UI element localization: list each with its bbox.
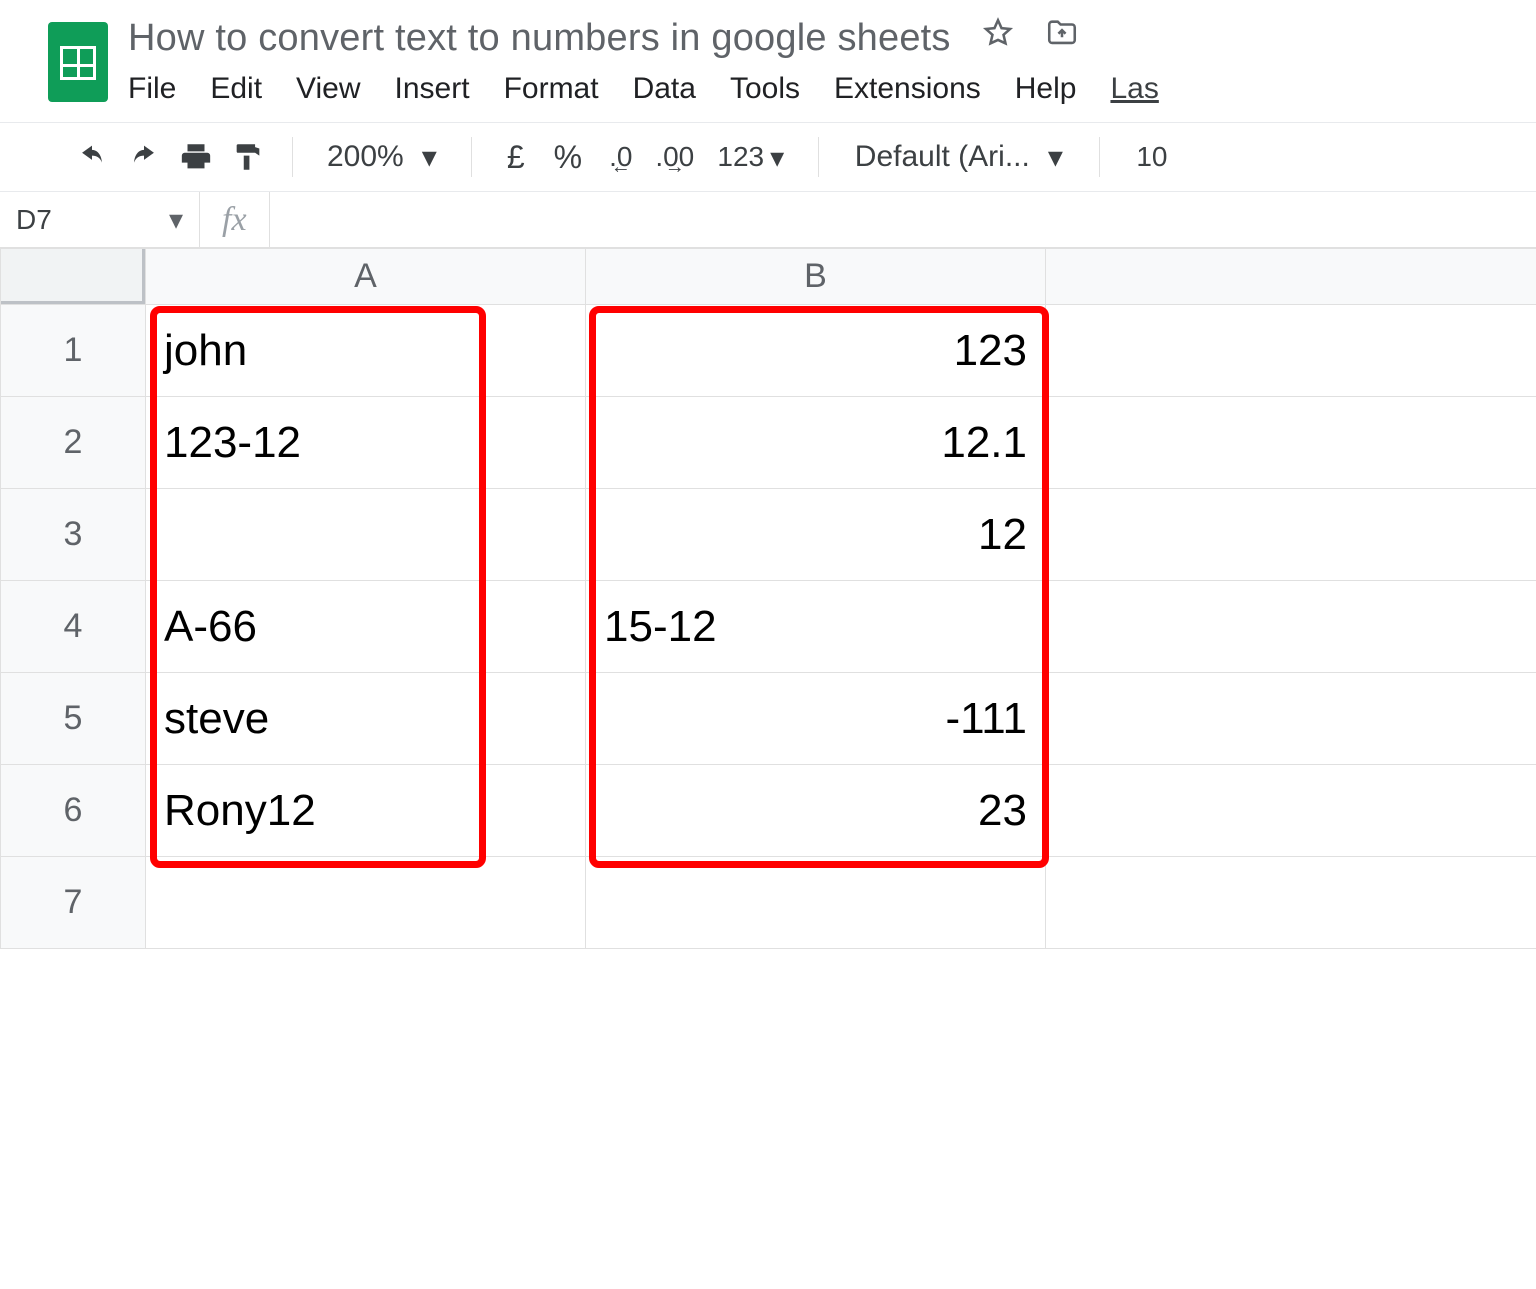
decrease-decimal-button[interactable]: .0← <box>598 135 644 179</box>
font-family-value: Default (Ari... <box>855 140 1030 174</box>
font-size-input[interactable]: 10 <box>1122 135 1182 179</box>
cell-B5[interactable]: -111 <box>586 673 1046 765</box>
cell-B6[interactable]: 23 <box>586 765 1046 857</box>
menu-edit[interactable]: Edit <box>210 72 262 106</box>
row-header-4[interactable]: 4 <box>1 581 146 673</box>
cell-B1[interactable]: 123 <box>586 305 1046 397</box>
column-header-B[interactable]: B <box>586 249 1046 305</box>
menu-insert[interactable]: Insert <box>395 72 470 106</box>
row-header-3[interactable]: 3 <box>1 489 146 581</box>
cell-C1[interactable] <box>1046 305 1536 397</box>
menu-format[interactable]: Format <box>504 72 599 106</box>
name-box[interactable]: D7 ▾ <box>0 192 200 247</box>
formula-input[interactable] <box>270 192 1536 247</box>
cell-C2[interactable] <box>1046 397 1536 489</box>
spreadsheet-grid[interactable]: A B 1 john 123 2 123-12 12.1 3 12 <box>0 248 1536 949</box>
menu-view[interactable]: View <box>296 72 360 106</box>
more-formats-button[interactable]: 123 ▾ <box>706 135 796 179</box>
format-currency-button[interactable]: £ <box>494 135 538 179</box>
cell-C3[interactable] <box>1046 489 1536 581</box>
zoom-value: 200% <box>327 140 404 174</box>
menu-tools[interactable]: Tools <box>730 72 800 106</box>
increase-decimal-button[interactable]: .00→ <box>652 135 698 179</box>
cell-B2[interactable]: 12.1 <box>586 397 1046 489</box>
cell-B4[interactable]: 15-12 <box>586 581 1046 673</box>
cell-A4[interactable]: A-66 <box>146 581 586 673</box>
row-header-5[interactable]: 5 <box>1 673 146 765</box>
cell-C6[interactable] <box>1046 765 1536 857</box>
format-percent-button[interactable]: % <box>546 135 590 179</box>
document-title[interactable]: How to convert text to numbers in google… <box>128 17 951 60</box>
star-icon[interactable] <box>981 16 1015 60</box>
row-header-2[interactable]: 2 <box>1 397 146 489</box>
row-header-6[interactable]: 6 <box>1 765 146 857</box>
column-header-C[interactable] <box>1046 249 1536 305</box>
menu-extensions[interactable]: Extensions <box>834 72 981 106</box>
select-all-corner[interactable] <box>1 249 146 305</box>
cell-C4[interactable] <box>1046 581 1536 673</box>
column-header-A[interactable]: A <box>146 249 586 305</box>
cell-B7[interactable] <box>586 857 1046 949</box>
title-bar: How to convert text to numbers in google… <box>0 0 1536 122</box>
menu-bar: File Edit View Insert Format Data Tools … <box>128 60 1516 122</box>
toolbar: 200% ▾ £ % .0← .00→ 123 ▾ Default (Ari..… <box>0 123 1536 191</box>
cell-C5[interactable] <box>1046 673 1536 765</box>
cell-A2[interactable]: 123-12 <box>146 397 586 489</box>
cell-A5[interactable]: steve <box>146 673 586 765</box>
active-cell-ref: D7 <box>16 204 52 236</box>
dropdown-icon: ▾ <box>169 203 183 236</box>
dropdown-icon: ▾ <box>770 141 784 174</box>
fx-icon: fx <box>200 192 270 247</box>
cell-A3[interactable] <box>146 489 586 581</box>
dropdown-icon: ▾ <box>1048 140 1063 175</box>
paint-format-button[interactable] <box>226 135 270 179</box>
menu-file[interactable]: File <box>128 72 176 106</box>
cell-A7[interactable] <box>146 857 586 949</box>
move-to-folder-icon[interactable] <box>1045 16 1079 60</box>
formula-bar-row: D7 ▾ fx <box>0 192 1536 248</box>
menu-data[interactable]: Data <box>633 72 696 106</box>
undo-button[interactable] <box>70 135 114 179</box>
cell-A6[interactable]: Rony12 <box>146 765 586 857</box>
sheets-app-icon[interactable] <box>48 22 108 102</box>
print-button[interactable] <box>174 135 218 179</box>
row-header-1[interactable]: 1 <box>1 305 146 397</box>
row-header-7[interactable]: 7 <box>1 857 146 949</box>
cell-B3[interactable]: 12 <box>586 489 1046 581</box>
zoom-select[interactable]: 200% ▾ <box>315 140 449 175</box>
cell-C7[interactable] <box>1046 857 1536 949</box>
font-family-select[interactable]: Default (Ari... ▾ <box>841 140 1077 175</box>
redo-button[interactable] <box>122 135 166 179</box>
menu-last-edit[interactable]: Las <box>1110 72 1158 106</box>
cell-A1[interactable]: john <box>146 305 586 397</box>
menu-help[interactable]: Help <box>1015 72 1077 106</box>
dropdown-icon: ▾ <box>422 140 437 175</box>
